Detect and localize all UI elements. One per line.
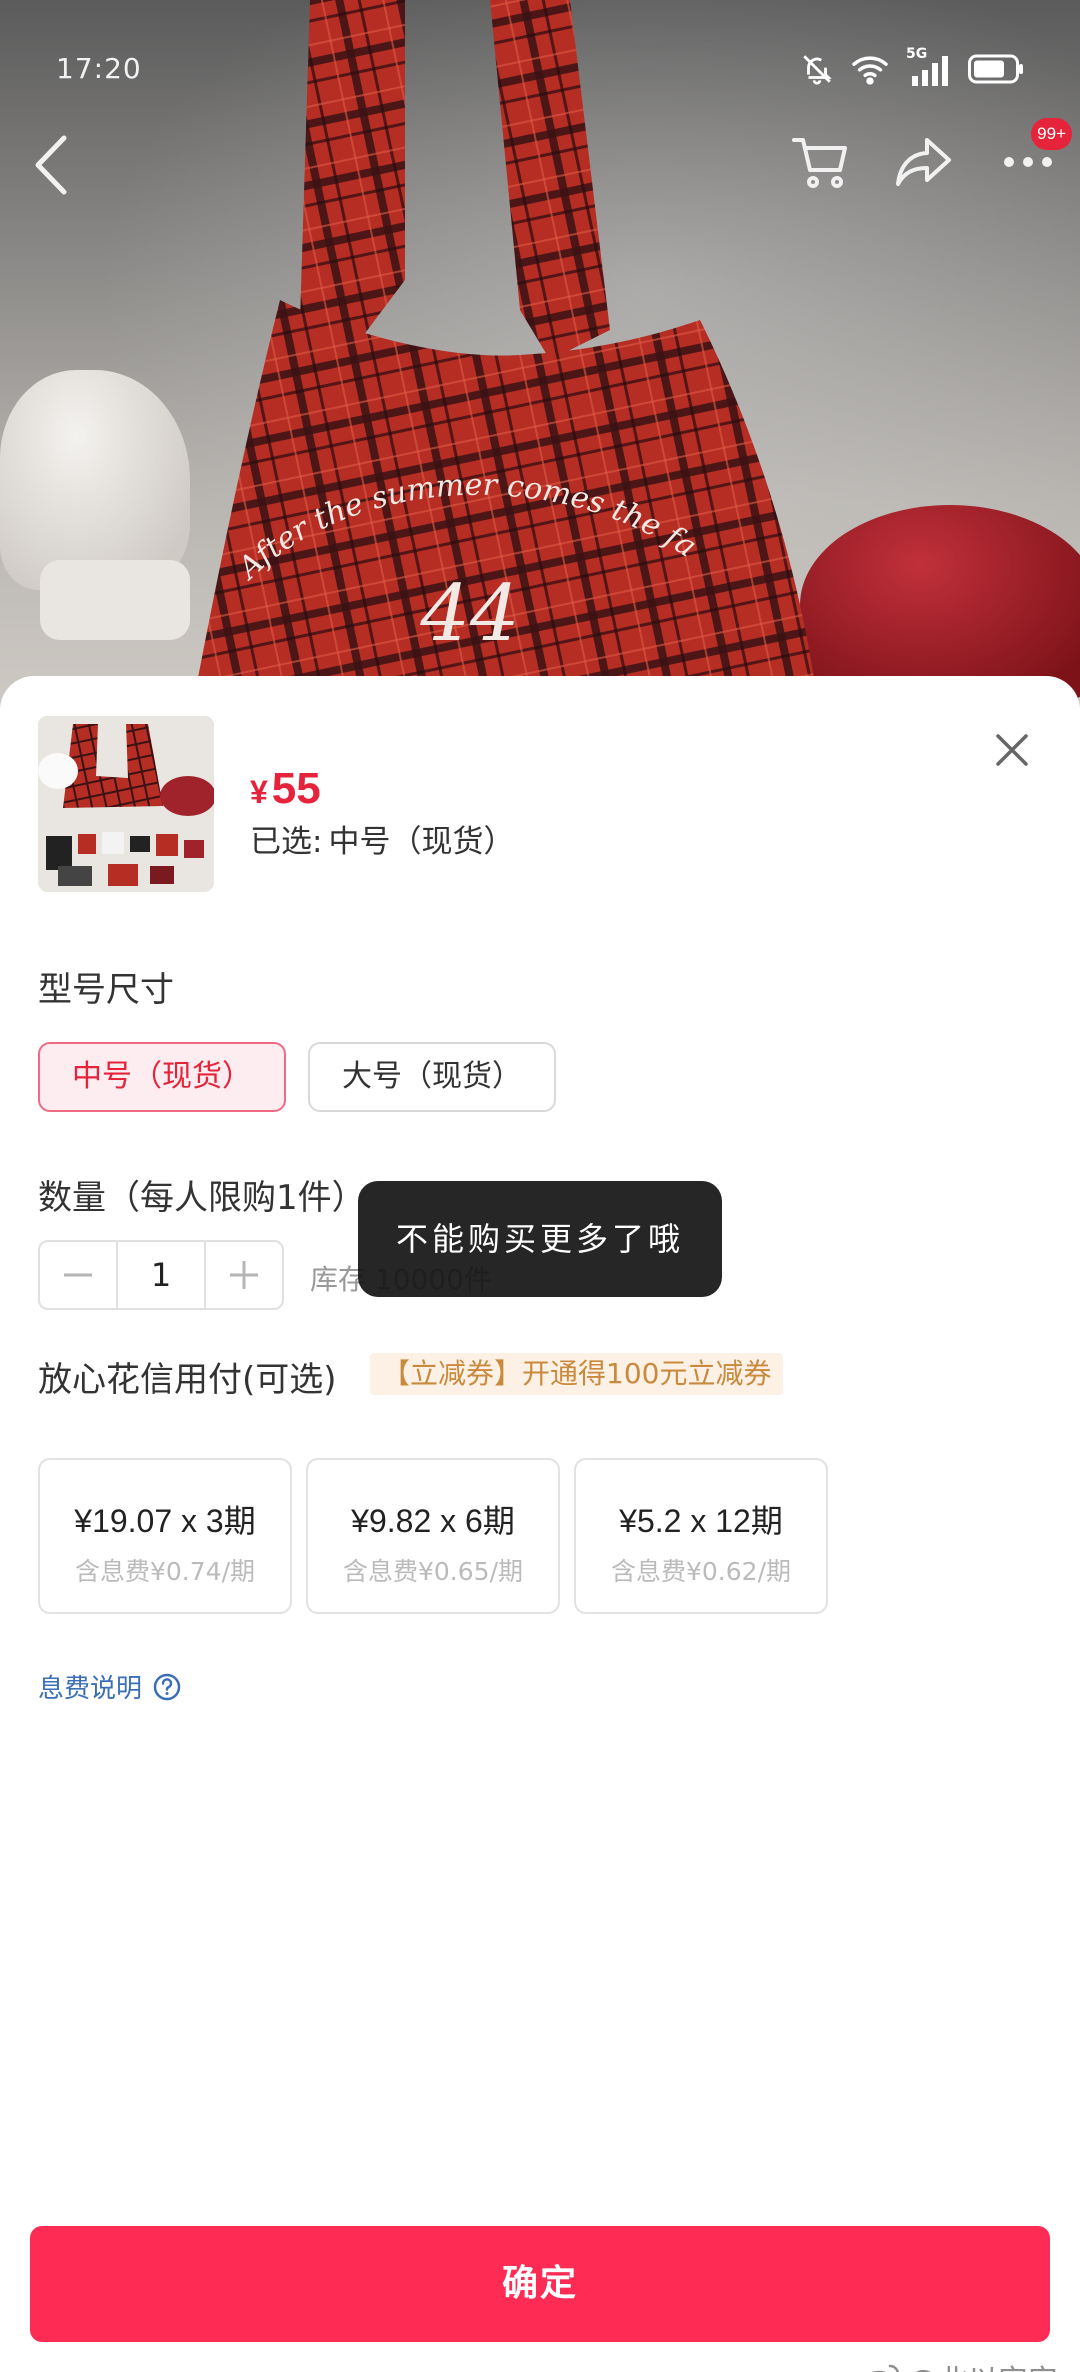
quantity-stepper: 1 [38,1240,284,1310]
minus-icon [64,1273,92,1277]
bag-print-number: 44 [419,569,519,659]
lamp-base [40,560,190,640]
share-arrow-icon [896,138,951,186]
installment-fee: 含息费¥0.74/期 [75,1557,255,1586]
installment-main: ¥19.07 x 3期 [74,1503,256,1539]
cart-button[interactable] [788,130,852,194]
installment-option-6[interactable]: ¥9.82 x 6期 含息费¥0.65/期 [306,1458,560,1614]
back-button[interactable] [30,130,74,200]
cart-icon [792,138,847,188]
coupon-tag[interactable]: 【立减券】开通得100元立减券 [370,1353,784,1395]
installment-option-12[interactable]: ¥5.2 x 12期 含息费¥0.62/期 [574,1458,828,1614]
credit-pay-title: 放心花信用付(可选) [38,1360,337,1400]
plus-icon [230,1261,258,1289]
question-icon [153,1673,181,1700]
wifi-icon [850,53,890,85]
weibo-watermark: @北以安安 [862,2356,1058,2372]
fee-explanation-label: 息费说明 [38,1674,143,1704]
fee-explanation-link[interactable]: 息费说明 [38,1668,182,1705]
confirm-button[interactable]: 确定 [30,2226,1050,2342]
status-bar: 17:20 5G [0,0,1080,130]
size-section-title: 型号尺寸 [38,970,174,1010]
quantity-title: 数量（每人限购1件） [38,1178,366,1218]
status-time: 17:20 [56,52,142,85]
size-option-large[interactable]: 大号（现货） [308,1042,556,1112]
installment-fee: 含息费¥0.62/期 [611,1557,791,1586]
mute-bell-icon [800,52,834,86]
more-button[interactable]: 99+ [996,118,1072,194]
installment-fee: 含息费¥0.65/期 [343,1557,523,1586]
product-thumbnail [38,716,214,892]
battery-icon [968,54,1024,84]
chevron-left-icon [35,135,67,195]
more-dots-icon [1004,157,1052,167]
signal-5g-icon: 5G [906,46,952,86]
selected-variant: 已选: 中号（现货） [250,816,514,861]
toast-message: 不能购买更多了哦 [358,1181,722,1297]
installment-main: ¥9.82 x 6期 [351,1503,515,1539]
price-currency: ¥ [250,774,268,810]
share-button[interactable] [892,130,956,194]
quantity-value[interactable]: 1 [116,1242,206,1308]
size-option-medium[interactable]: 中号（现货） [38,1042,286,1112]
sku-selector-sheet: ¥55 已选: 中号（现货） 型号尺寸 中号（现货） 大号（现货） 数量（每人限购… [0,676,1080,2372]
price: ¥55 [250,764,321,814]
close-icon [996,734,1028,766]
weibo-icon [871,2364,899,2372]
installment-main: ¥5.2 x 12期 [619,1503,783,1539]
notification-badge: 99+ [1031,118,1072,150]
selected-label: 已选: [250,824,323,860]
price-value: 55 [271,764,321,813]
decrease-button[interactable] [40,1242,116,1308]
increase-button[interactable] [206,1242,282,1308]
installment-option-3[interactable]: ¥19.07 x 3期 含息费¥0.74/期 [38,1458,292,1614]
red-cap [800,505,1080,705]
selected-value: 中号（现货） [328,824,515,860]
watermark-text: @北以安安 [908,2356,1058,2372]
lamp-shade [0,370,190,590]
close-button[interactable] [984,722,1040,778]
